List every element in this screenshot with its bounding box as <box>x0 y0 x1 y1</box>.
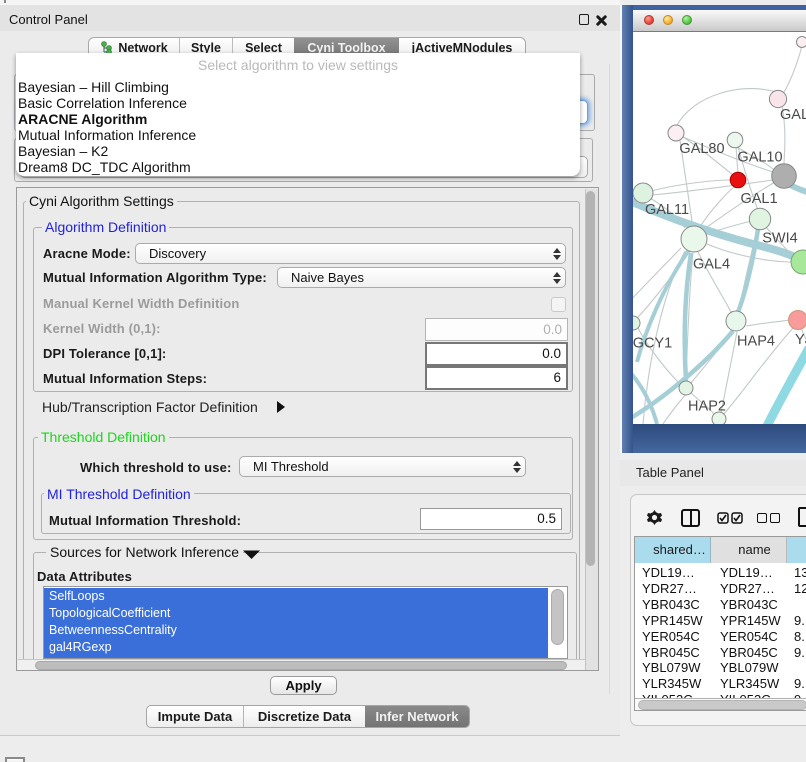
svg-text:GAL10: GAL10 <box>737 150 782 166</box>
svg-text:GAL7: GAL7 <box>780 107 806 123</box>
svg-text:GAL80: GAL80 <box>679 141 724 157</box>
svg-text:SWI4: SWI4 <box>762 231 797 247</box>
svg-text:GAL11: GAL11 <box>645 202 689 218</box>
svg-text:HAP2: HAP2 <box>688 399 726 415</box>
svg-text:GAL4: GAL4 <box>693 257 730 273</box>
svg-text:HAP4: HAP4 <box>737 334 775 350</box>
svg-text:GCY1: GCY1 <box>633 336 672 352</box>
svg-text:YJ: YJ <box>795 332 806 348</box>
svg-text:GAL1: GAL1 <box>740 191 777 207</box>
